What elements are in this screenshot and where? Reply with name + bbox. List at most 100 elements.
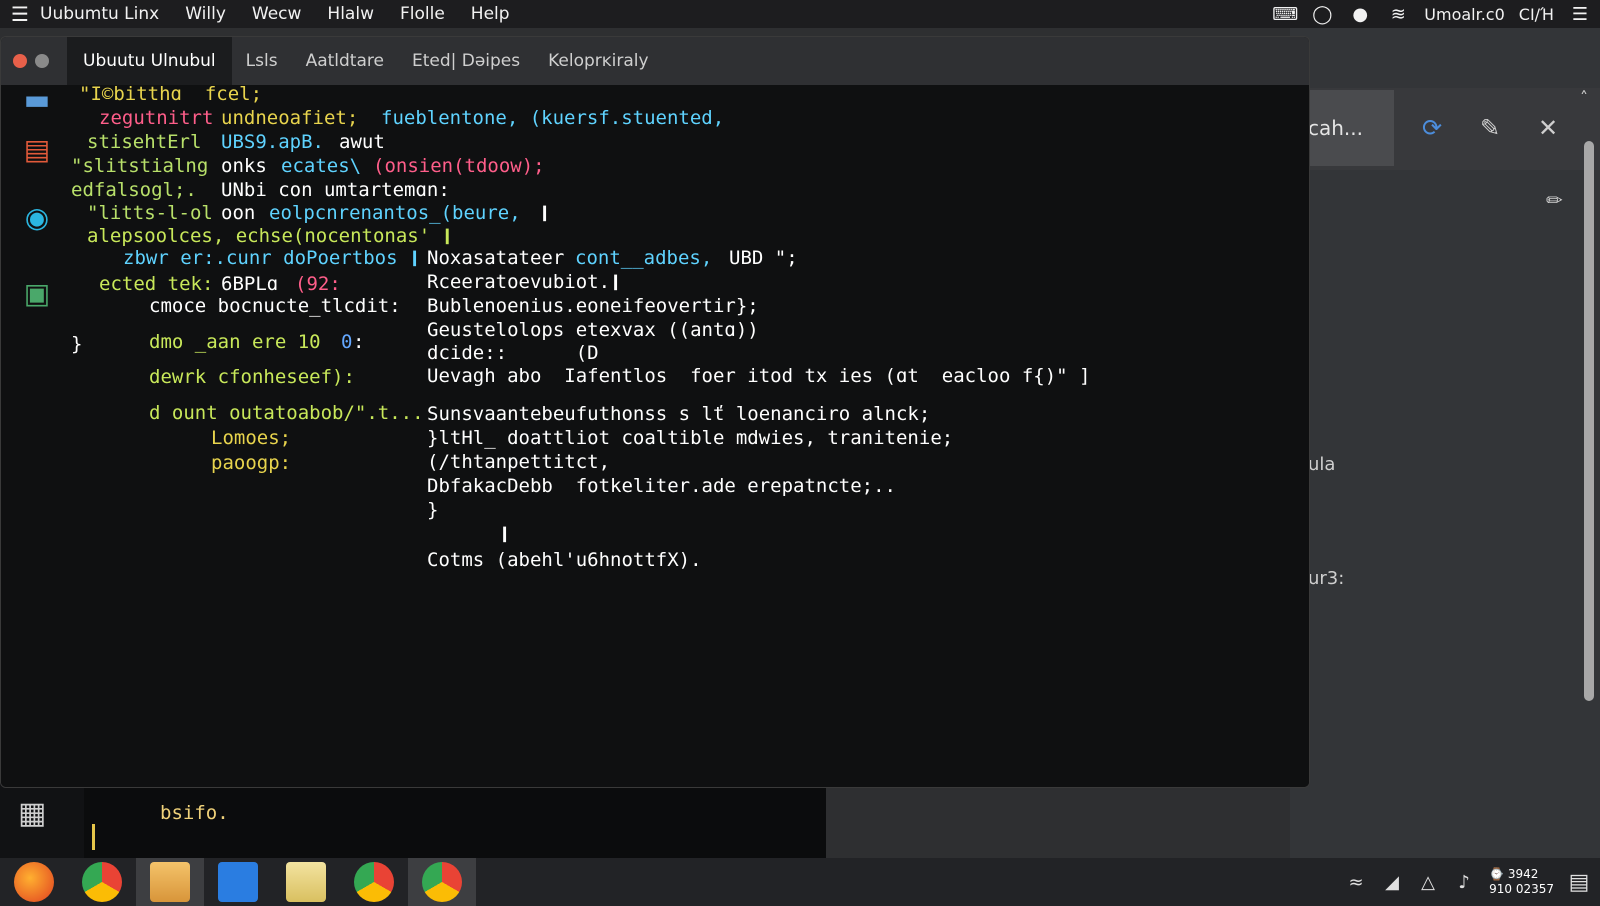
top-panel-status: ⌨ ◯ ● ≋ Umoalr.c0 CI/Ή ☰ [1272, 0, 1592, 28]
code-token: 0 [341, 331, 353, 353]
status-clock-label: CI/Ή [1518, 4, 1554, 24]
code-line: DbfakacDebb fotkeliter.ade erepatncte;.. [427, 475, 896, 497]
code-line: }ltHl_ doattliot coaltible mdwies, trani… [427, 427, 954, 449]
code-line: Geustelolops etexvax ((antɑ)) [427, 319, 759, 341]
code-line: } [427, 499, 439, 521]
code-line: Noxasatateer [427, 247, 565, 269]
top-panel: ☰ Uubumtu Linx Willy Wecw Hlalw Flolle H… [0, 0, 1600, 28]
code-token: UBS9.apB. [221, 131, 324, 153]
system-tray: ≈ ◢ △ ♪ ⌚ 3942 910 02357 ▤ [1345, 858, 1590, 906]
folder-icon [286, 862, 326, 902]
code-line: "I©bitthɑ fcel; [79, 83, 263, 105]
edit-icon[interactable]: ✎ [1480, 114, 1500, 142]
code-line: stisehtErl [87, 131, 202, 153]
status-user-label[interactable]: Umoalr.c0 [1424, 5, 1505, 24]
taskbar-app-chrome-3[interactable] [408, 858, 476, 906]
clock[interactable]: ⌚ 3942 910 02357 [1489, 867, 1554, 897]
window-minimize-button[interactable] [35, 54, 49, 68]
desktop: ☰ Uubumtu Linx Willy Wecw Hlalw Flolle H… [0, 0, 1600, 906]
tab-aatldtare[interactable]: Aatldtare [292, 37, 398, 85]
code-line: Lomoes; [211, 427, 292, 449]
code-line: d ount outatoabob/".t... [149, 402, 424, 424]
menu-app[interactable]: Uubumtu Linx [40, 4, 159, 24]
folder-icon [150, 862, 190, 902]
browser-icon [14, 862, 54, 902]
taskbar-app-chrome[interactable] [68, 858, 136, 906]
clock-time: ⌚ 3942 [1489, 867, 1539, 881]
terminal-window[interactable]: Ubuutu Ulnubul Lsls Aatldtare Eted| Dəip… [0, 36, 1310, 788]
code-line: zbwr er:.cunr doPoertbos ❙ [123, 247, 421, 269]
menu-flolle[interactable]: Flolle [400, 4, 445, 24]
code-line: Sunsvaantebeufuthonss s lť loenanciro al… [427, 403, 931, 425]
wifi-icon[interactable]: ≈ [1345, 872, 1367, 893]
code-token: eolpcnrenantos_(beure, [269, 202, 521, 224]
taskbar-app-chrome-2[interactable] [340, 858, 408, 906]
code-line: zegutnitrt [99, 107, 214, 129]
taskbar-app-browser[interactable] [0, 858, 68, 906]
background-text-fragment: ur3: [1308, 568, 1345, 589]
tab-lsls[interactable]: Lsls [232, 37, 292, 85]
code-token: ❙ [539, 202, 551, 224]
tab-kelopr[interactable]: Keloprĸiraly [534, 37, 662, 85]
menu-wecw[interactable]: Wecw [252, 4, 302, 24]
editor-icon [218, 862, 258, 902]
grid-icon[interactable]: ▦ [18, 796, 46, 831]
code-token: : [353, 331, 365, 353]
background-scrollbar[interactable] [1584, 141, 1594, 701]
refresh-icon[interactable]: ⟳ [1422, 114, 1442, 142]
code-token: onks [221, 155, 267, 177]
window-close-button[interactable] [13, 54, 27, 68]
tab-eted[interactable]: Eted| Dəipes [398, 37, 534, 85]
taskbar-app-editor[interactable] [204, 858, 272, 906]
code-line: ected tek: [99, 273, 214, 295]
keyboard-layout-icon[interactable]: ⌨ [1272, 4, 1298, 25]
terminal-line: bsifo. [160, 802, 229, 824]
taskbar-app-files[interactable] [136, 858, 204, 906]
code-line: Uevagh abo Iafentlos foer itod tх ies (ɑ… [427, 365, 1091, 387]
code-line: dcide:: (D [427, 342, 599, 364]
menu-hlalw[interactable]: Hlalw [327, 4, 374, 24]
scroll-up-icon[interactable]: ˄ [1580, 88, 1588, 107]
terminal-output: "I©bitthɑ fcel; zegutnitrt stisehtErl "s… [1, 83, 1309, 787]
code-line: dmo _aan ere 10 [149, 331, 321, 353]
code-line: "litts-l-ol [87, 202, 213, 224]
code-token: (92: [295, 273, 341, 295]
tab-ubuntu[interactable]: Ubuutu Ulnubul [67, 37, 232, 85]
code-token: UNbi con umtartemɑn: [221, 179, 450, 201]
menu-willy[interactable]: Willy [185, 4, 226, 24]
code-token: awut [339, 131, 385, 153]
menu-help[interactable]: Help [471, 4, 510, 24]
code-line: dewrk cfonheseef): [149, 366, 355, 388]
notifications-icon[interactable]: ▤ [1568, 870, 1590, 895]
chat-icon[interactable]: ◯ [1310, 4, 1334, 25]
system-menu-icon[interactable]: ☰ [1568, 4, 1592, 25]
terminal-content[interactable]: ▬ ▤ ◉ ▣ "I©bitthɑ fcel; zegutnitrt stise… [1, 83, 1309, 787]
chrome-icon [354, 862, 394, 902]
pencil-icon[interactable]: ✏ [1546, 188, 1563, 212]
account-icon[interactable]: ● [1348, 4, 1372, 25]
background-terminal[interactable]: ▦ bsifo. [0, 780, 826, 858]
code-line: alepsoolces, echse(nocentonas' ❙ [87, 225, 454, 247]
expand-tray-icon[interactable]: △ [1417, 872, 1439, 893]
code-line: Bublenoenius.eoneifeovertir}; [427, 295, 759, 317]
signal-icon[interactable]: ◢ [1381, 872, 1403, 893]
volume-icon[interactable]: ♪ [1453, 872, 1475, 893]
code-token: oon [221, 202, 256, 224]
code-line: Rceeratoevubiot.❙ [427, 271, 622, 293]
network-icon[interactable]: ≋ [1386, 4, 1410, 25]
close-icon[interactable]: ✕ [1538, 114, 1558, 142]
hamburger-icon[interactable]: ☰ [0, 2, 40, 26]
code-token: cont__adbes, [575, 247, 713, 269]
taskbar-app-folder[interactable] [272, 858, 340, 906]
window-titlebar[interactable]: Ubuutu Ulnubul Lsls Aatldtare Eted| Dəip… [1, 37, 1309, 85]
code-line: } [71, 333, 83, 355]
code-token: ecates\ [281, 155, 362, 177]
code-line: ❙ [499, 523, 511, 545]
text-cursor [92, 824, 95, 850]
clock-date: 910 02357 [1489, 882, 1554, 896]
code-token: (onsien(tdoow); [373, 155, 545, 177]
code-line: cmoce bocnucte_tlcdit: [149, 295, 401, 317]
chrome-icon [422, 862, 462, 902]
code-line: (/thtanpettitct, [427, 451, 611, 473]
code-line: Cotms (abehl'u6hnottfX). [427, 549, 702, 571]
